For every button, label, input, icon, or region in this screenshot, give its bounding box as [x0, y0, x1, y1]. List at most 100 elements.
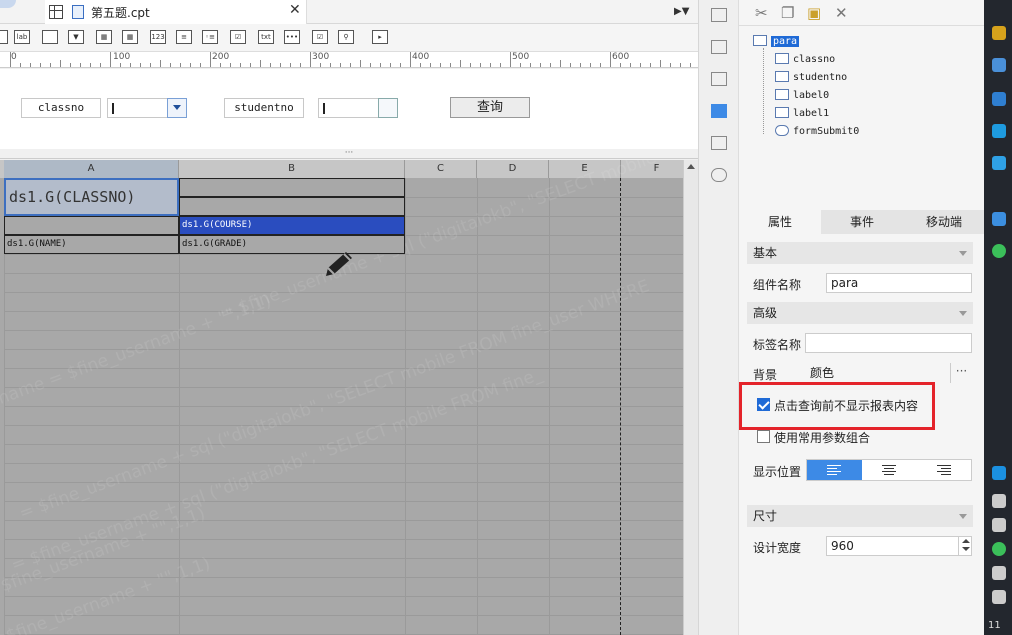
tray-icon[interactable] — [992, 518, 1006, 532]
design-width-input[interactable]: 960 — [826, 536, 972, 556]
volume-muted-icon[interactable] — [992, 590, 1006, 604]
wechat-icon[interactable] — [992, 542, 1006, 556]
classno-combo[interactable] — [107, 98, 187, 118]
tab-events[interactable]: 事件 — [821, 210, 903, 234]
copy-icon[interactable]: ❐ — [781, 4, 794, 22]
tab-list-dropdown-icon[interactable]: ▶▼ — [674, 6, 689, 17]
tree-node-para[interactable]: para — [753, 34, 800, 50]
column-header-a[interactable]: A — [4, 160, 179, 178]
tree-node-label0[interactable]: label0 — [775, 88, 829, 104]
date-widget-icon[interactable]: ▦ — [96, 30, 112, 44]
form-layout-icon[interactable] — [711, 8, 727, 22]
cell-a3-name[interactable]: ds1.G(NAME) — [4, 235, 179, 254]
hide-before-query-label[interactable]: 点击查询前不显示报表内容 — [774, 397, 918, 414]
app-icon[interactable] — [992, 212, 1006, 226]
ruler-tick — [130, 63, 131, 67]
paste-icon[interactable]: ▣ — [807, 4, 821, 22]
app-icon[interactable] — [992, 92, 1006, 106]
text-widget-icon[interactable] — [42, 30, 58, 44]
password-widget-icon[interactable]: ••• — [284, 30, 300, 44]
column-header-b[interactable]: B — [179, 160, 405, 178]
label-widget-icon[interactable]: lab — [14, 30, 30, 44]
tree-node-studentno[interactable]: studentno — [775, 70, 847, 86]
folder-icon[interactable] — [992, 26, 1006, 40]
common-params-checkbox[interactable] — [757, 430, 770, 443]
stepper-icon[interactable] — [958, 536, 972, 556]
tree-widget-icon[interactable]: ⚲ — [338, 30, 354, 44]
chevron-down-icon[interactable] — [167, 98, 187, 118]
app-icon[interactable] — [992, 124, 1006, 138]
cut-icon[interactable]: ✂ — [755, 4, 768, 22]
checkbox-group-icon[interactable]: ☑ — [230, 30, 246, 44]
column-header-d[interactable]: D — [477, 160, 549, 178]
widget-settings-icon[interactable] — [711, 40, 727, 54]
common-params-label[interactable]: 使用常用参数组合 — [774, 429, 870, 446]
app-icon[interactable] — [992, 244, 1006, 258]
textarea-widget-icon[interactable]: ≡ — [176, 30, 192, 44]
app-icon[interactable] — [992, 156, 1006, 170]
close-tab-icon[interactable]: ✕ — [289, 2, 301, 18]
cell-b1-lower[interactable] — [179, 197, 405, 216]
link-icon[interactable] — [711, 168, 727, 182]
delete-icon[interactable]: ✕ — [835, 4, 848, 22]
cell-b2-course[interactable]: ds1.G(COURSE) — [179, 216, 405, 235]
ruler-tick — [200, 63, 201, 67]
cell-b1[interactable] — [179, 178, 405, 197]
qq-icon[interactable] — [992, 466, 1006, 480]
vertical-scrollbar[interactable] — [683, 160, 698, 635]
combo-widget-icon[interactable]: ▼ — [68, 30, 84, 44]
column-header-c[interactable]: C — [405, 160, 477, 178]
align-left-button[interactable] — [807, 460, 862, 480]
watermark-text: = $fine_username + sql ("digitaiokb", "S… — [8, 364, 545, 576]
radio-group-icon[interactable]: ◦≡ — [202, 30, 218, 44]
cell-a1-classno[interactable]: ds1.G(CLASSNO) — [4, 178, 179, 216]
tab-mobile[interactable]: 移动端 — [903, 210, 985, 234]
app-icon[interactable] — [992, 58, 1006, 72]
tab-template-file[interactable]: 第五题.cpt ✕ — [45, 0, 307, 24]
design-width-value: 960 — [831, 539, 854, 553]
ruler-tick — [300, 63, 301, 67]
widget-partial-icon[interactable] — [0, 30, 8, 44]
network-icon[interactable] — [992, 566, 1006, 580]
search-icon — [775, 125, 789, 136]
ruler-tick — [10, 52, 11, 67]
cell-a2[interactable] — [4, 216, 179, 235]
frame-icon[interactable] — [711, 72, 727, 86]
number-widget-icon[interactable]: 123 — [150, 30, 166, 44]
component-name-input[interactable]: para — [826, 273, 972, 293]
parameter-widget-icon[interactable] — [711, 104, 727, 118]
parameter-panel[interactable]: classno studentno 查询 — [0, 69, 698, 149]
more-options-button[interactable]: ··· — [950, 363, 972, 383]
tree-node-classno[interactable]: classno — [775, 52, 835, 68]
more-widgets-icon[interactable]: ▸ — [372, 30, 388, 44]
panel-splitter[interactable]: ··· — [0, 149, 698, 159]
label-studentno[interactable]: studentno — [224, 98, 304, 118]
tree-node-formsubmit0[interactable]: formSubmit0 — [775, 124, 859, 140]
align-right-button[interactable] — [917, 460, 972, 480]
section-basic[interactable]: 基本 — [747, 242, 973, 264]
hide-before-query-checkbox[interactable] — [757, 398, 770, 411]
align-center-button[interactable] — [862, 460, 917, 480]
scroll-up-icon[interactable] — [687, 164, 695, 169]
studentno-tree-combo[interactable] — [318, 98, 398, 118]
layer-icon[interactable] — [711, 136, 727, 150]
cell-b3-grade[interactable]: ds1.G(GRADE) — [179, 235, 405, 254]
section-advanced[interactable]: 高级 — [747, 302, 973, 324]
ruler-label: 200 — [212, 52, 230, 62]
query-button[interactable]: 查询 — [450, 97, 530, 118]
tag-name-input[interactable] — [805, 333, 972, 353]
ruler-tick — [460, 60, 461, 67]
tab-attributes[interactable]: 属性 — [739, 210, 821, 234]
app-menu-icon[interactable] — [0, 0, 16, 8]
background-field[interactable]: 颜色 ··· — [805, 363, 972, 383]
tree-picker-icon[interactable] — [378, 98, 398, 118]
system-taskbar: 11 — [984, 0, 1012, 635]
tray-icon[interactable] — [992, 494, 1006, 508]
text-area-icon[interactable]: txt — [258, 30, 274, 44]
report-grid[interactable]: A B C D E F = $fine_username + sql ("dig… — [0, 160, 683, 635]
table-widget-icon[interactable]: ▦ — [122, 30, 138, 44]
section-size[interactable]: 尺寸 — [747, 505, 973, 527]
tree-node-label1[interactable]: label1 — [775, 106, 829, 122]
label-classno[interactable]: classno — [21, 98, 101, 118]
checkbox-widget-icon[interactable]: ☑ — [312, 30, 328, 44]
